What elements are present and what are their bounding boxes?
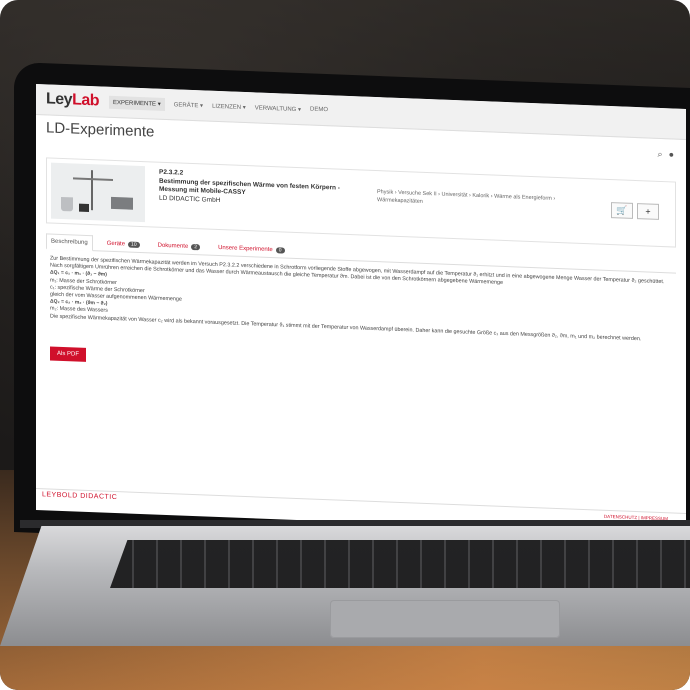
tab-label: Geräte — [106, 240, 126, 247]
thumb-sensor — [79, 203, 89, 213]
leybold-logo: LEYBOLD DIDACTIC — [42, 491, 118, 502]
tab-beschreibung[interactable]: Beschreibung — [46, 233, 93, 252]
logo-prefix: Ley — [46, 90, 73, 109]
leylab-logo[interactable]: LeyLab — [46, 90, 99, 110]
tab-label: Dokumente — [157, 242, 189, 250]
experiment-info: P2.3.2.2 Bestimmung der spezifischen Wär… — [159, 169, 359, 211]
count-badge: 2 — [191, 243, 201, 250]
experiment-category: Physik › Versuche Sek II › Universität ›… — [377, 189, 556, 205]
nav-lizenzen[interactable]: LIZENZEN ▾ — [212, 102, 246, 110]
add-button[interactable]: + — [637, 203, 659, 220]
tab-label: Beschreibung — [51, 238, 88, 246]
main-nav: EXPERIMENTE ▾ GERÄTE ▾ LIZENZEN ▾ VERWAL… — [109, 95, 328, 116]
search-icon[interactable]: ⌕ — [658, 149, 663, 160]
nav-verwaltung[interactable]: VERWALTUNG ▾ — [255, 104, 301, 113]
thumb-stand — [91, 170, 93, 211]
thumb-device — [111, 196, 133, 210]
nav-experimente[interactable]: EXPERIMENTE ▾ — [109, 95, 165, 111]
user-icon[interactable]: ● — [669, 149, 674, 160]
cart-icon: 🛒 — [616, 205, 628, 216]
photo-frame: LeyLab EXPERIMENTE ▾ GERÄTE ▾ LIZENZEN ▾… — [0, 0, 690, 690]
count-badge: 0 — [275, 246, 285, 254]
trackpad — [330, 600, 560, 638]
keyboard — [110, 540, 690, 588]
nav-demo[interactable]: Demo — [310, 107, 328, 114]
cart-button[interactable]: 🛒 — [611, 202, 633, 219]
tab-geraete[interactable]: Geräte 10 — [103, 236, 144, 253]
tab-label: Unsere Experimente — [218, 244, 273, 253]
plus-icon: + — [645, 206, 651, 217]
tab-dokumente[interactable]: Dokumente 2 — [154, 238, 204, 255]
tab-unsere-experimente[interactable]: Unsere Experimente 0 — [214, 240, 288, 258]
thumb-arm — [73, 177, 113, 181]
pdf-button[interactable]: Als PDF — [50, 346, 86, 362]
card-actions: 🛒 + — [611, 202, 659, 220]
header-tools: ⌕ ● — [658, 149, 674, 161]
laptop-screen: LeyLab EXPERIMENTE ▾ GERÄTE ▾ LIZENZEN ▾… — [36, 84, 686, 535]
logo-suffix: Lab — [72, 91, 100, 110]
thumb-beaker — [61, 196, 73, 212]
count-badge: 10 — [128, 241, 140, 248]
experiment-thumbnail[interactable] — [51, 162, 145, 223]
nav-geraete[interactable]: GERÄTE ▾ — [174, 101, 203, 109]
